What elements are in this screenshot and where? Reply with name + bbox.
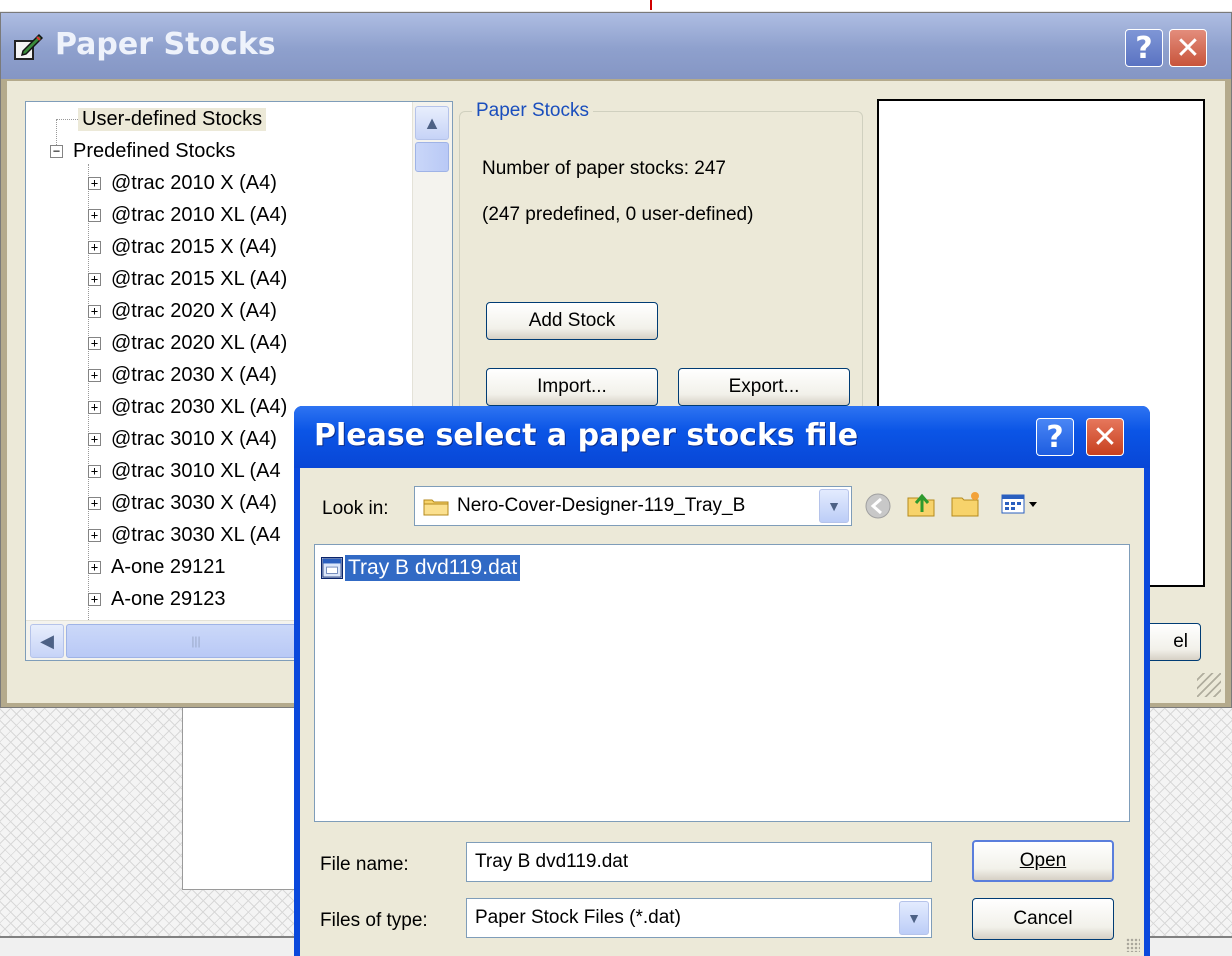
tree-item-stock[interactable]: + @trac 3010 XL (A4 <box>88 456 285 486</box>
file-list[interactable]: Tray B dvd119.dat <box>314 544 1130 822</box>
up-one-level-icon[interactable] <box>906 488 938 520</box>
tree-item-label: @trac 3010 XL (A4 <box>111 459 281 482</box>
tree-item-label: @trac 2020 X (A4) <box>111 299 277 322</box>
tree-item-stock[interactable]: + @trac 3030 XL (A4 <box>88 520 285 550</box>
tree-item-stock[interactable]: + A-one 29123 <box>88 584 230 614</box>
paper-stocks-groupbox: Paper Stocks Number of paper stocks: 247… <box>459 100 863 411</box>
expand-icon[interactable]: + <box>88 560 101 574</box>
tree-item-label: @trac 2020 XL (A4) <box>111 331 288 354</box>
tree-item-label: @trac 2015 X (A4) <box>111 235 277 258</box>
file-item[interactable]: Tray B dvd119.dat <box>321 553 521 583</box>
export-button[interactable]: Export... <box>678 368 850 406</box>
back-icon[interactable] <box>862 490 894 522</box>
tree-item-stock[interactable]: + @trac 2015 X (A4) <box>88 232 281 262</box>
expand-icon[interactable]: + <box>88 272 101 286</box>
tree-item-stock[interactable]: + A-one 29121 <box>88 552 230 582</box>
file-dialog-body: Look in: Nero-Cover-Designer-119_Tray_B … <box>300 468 1144 956</box>
add-stock-button[interactable]: Add Stock <box>486 302 658 340</box>
file-dialog-titlebar[interactable]: Please select a paper stocks file ? ✕ <box>294 406 1150 468</box>
tree-item-label: @trac 3010 X (A4) <box>111 427 277 450</box>
tree-item-stock[interactable]: + @trac 3010 X (A4) <box>88 424 281 454</box>
paper-stocks-help-button[interactable]: ? <box>1125 29 1163 67</box>
tree-item-stock[interactable]: + @trac 2010 X (A4) <box>88 168 281 198</box>
expand-icon[interactable]: + <box>88 336 101 350</box>
file-name-input[interactable]: Tray B dvd119.dat <box>466 842 932 882</box>
tree-item-user-defined-stocks[interactable]: User-defined Stocks <box>78 104 267 134</box>
expand-icon[interactable]: + <box>88 176 101 190</box>
expand-icon[interactable]: + <box>88 304 101 318</box>
expand-icon[interactable]: + <box>88 240 101 254</box>
look-in-label: Look in: <box>322 498 389 519</box>
tree-item-label: A-one 29123 <box>111 587 226 610</box>
tree-item-stock[interactable]: + @trac 2020 X (A4) <box>88 296 281 326</box>
tree-item-label: A-one 29121 <box>111 555 226 578</box>
stock-count-text: Number of paper stocks: 247 <box>482 158 726 179</box>
chevron-down-icon[interactable]: ▼ <box>899 901 929 935</box>
expand-icon[interactable]: + <box>88 464 101 478</box>
tree-item-stock[interactable]: + @trac 2030 XL (A4) <box>88 392 291 422</box>
tree-item-stock[interactable]: + @trac 2015 XL (A4) <box>88 264 291 294</box>
tree-item-stock[interactable]: + @trac 2030 X (A4) <box>88 360 281 390</box>
paper-stocks-titlebar[interactable]: Paper Stocks ? ✕ <box>1 13 1231 79</box>
look-in-value: Nero-Cover-Designer-119_Tray_B <box>457 495 746 516</box>
background-marker <box>650 0 652 10</box>
tree-item-label: @trac 2030 XL (A4) <box>111 395 288 418</box>
resize-grip-icon[interactable] <box>1126 938 1140 952</box>
tree-item-predefined-stocks[interactable]: − Predefined Stocks <box>50 136 239 166</box>
resize-grip-icon[interactable] <box>1197 673 1221 697</box>
expand-icon[interactable]: + <box>88 400 101 414</box>
collapse-icon[interactable]: − <box>50 144 63 158</box>
tree-item-stock[interactable]: + @trac 2010 XL (A4) <box>88 200 291 230</box>
tree-item-label: @trac 3030 XL (A4 <box>111 523 281 546</box>
groupbox-title: Paper Stocks <box>472 100 593 122</box>
paper-stocks-close-button[interactable]: ✕ <box>1169 29 1207 67</box>
file-name-input-value: Tray B dvd119.dat <box>475 851 629 872</box>
new-folder-icon[interactable] <box>950 488 982 520</box>
file-open-dialog: Please select a paper stocks file ? ✕ Lo… <box>294 406 1150 956</box>
files-of-type-dropdown[interactable]: Paper Stock Files (*.dat) ▼ <box>466 898 932 938</box>
tree-item-label: @trac 2010 X (A4) <box>111 171 277 194</box>
tree-item-label: User-defined Stocks <box>78 107 267 131</box>
tree-connector <box>56 119 78 120</box>
expand-icon[interactable]: + <box>88 432 101 446</box>
scroll-up-arrow-icon[interactable]: ▲ <box>415 106 449 140</box>
expand-icon[interactable]: + <box>88 368 101 382</box>
scroll-left-arrow-icon[interactable]: ◀ <box>30 624 64 658</box>
tree-item-label: @trac 2015 XL (A4) <box>111 267 288 290</box>
look-in-dropdown[interactable]: Nero-Cover-Designer-119_Tray_B ▼ <box>414 486 852 526</box>
expand-icon[interactable]: + <box>88 208 101 222</box>
files-of-type-value: Paper Stock Files (*.dat) <box>475 907 681 928</box>
import-button[interactable]: Import... <box>486 368 658 406</box>
folder-icon <box>423 499 449 516</box>
tree-item-stock[interactable]: + @trac 2020 XL (A4) <box>88 328 291 358</box>
chevron-down-icon[interactable]: ▼ <box>819 489 849 523</box>
tree-item-label: Predefined Stocks <box>73 139 236 162</box>
tree-item-label: @trac 3030 X (A4) <box>111 491 277 514</box>
tree-item-label: @trac 2030 X (A4) <box>111 363 277 386</box>
expand-icon[interactable]: + <box>88 528 101 542</box>
expand-icon[interactable]: + <box>88 496 101 510</box>
data-file-icon <box>321 557 343 579</box>
tree-item-stock[interactable]: + @trac 3030 X (A4) <box>88 488 281 518</box>
file-dialog-close-button[interactable]: ✕ <box>1086 418 1124 456</box>
horizontal-scroll-thumb[interactable]: ||| <box>66 624 326 658</box>
file-name-label: Tray B dvd119.dat <box>345 555 521 581</box>
view-menu-icon[interactable] <box>1000 488 1044 520</box>
expand-icon[interactable]: + <box>88 592 101 606</box>
tree-item-label: @trac 2010 XL (A4) <box>111 203 288 226</box>
paper-stocks-app-icon <box>14 33 43 60</box>
file-dialog-help-button[interactable]: ? <box>1036 418 1074 456</box>
cancel-button[interactable]: Cancel <box>972 898 1114 940</box>
open-button[interactable]: Open <box>972 840 1114 882</box>
background-app-strip <box>0 0 1232 12</box>
scroll-thumb[interactable] <box>415 142 449 172</box>
files-of-type-label: Files of type: <box>320 910 428 931</box>
stock-detail-text: (247 predefined, 0 user-defined) <box>482 204 754 225</box>
file-dialog-title: Please select a paper stocks file <box>314 418 859 453</box>
paper-stocks-title: Paper Stocks <box>55 27 276 62</box>
file-name-label: File name: <box>320 854 409 875</box>
